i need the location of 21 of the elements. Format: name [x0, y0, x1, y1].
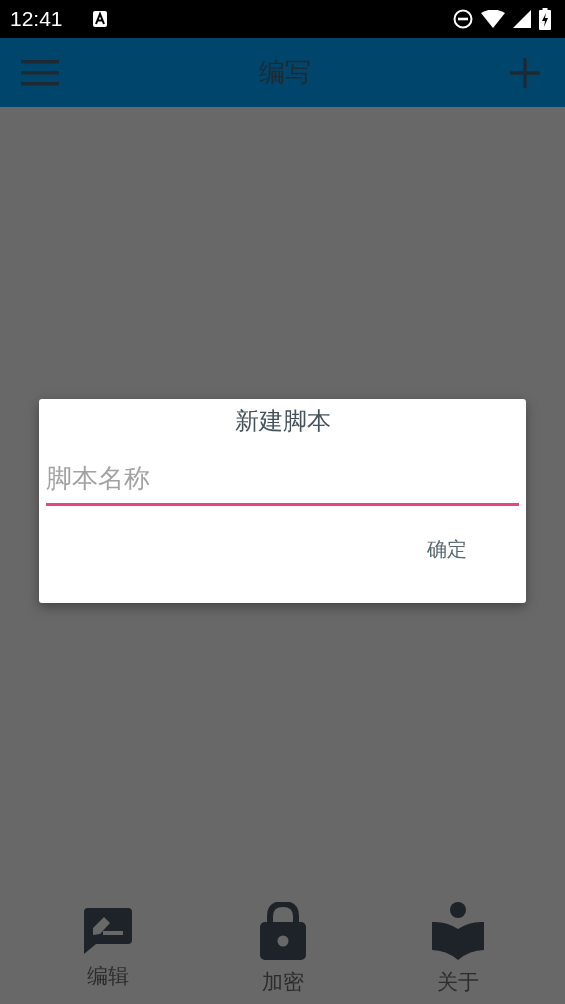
confirm-button[interactable]: 确定: [419, 531, 475, 567]
app-title: 编写: [258, 56, 311, 89]
nav-tab[interactable]: 加密: [232, 902, 333, 996]
nav-label: 编辑: [86, 963, 129, 990]
dialog-title: 新建脚本: [234, 405, 331, 437]
nav-label: 关于: [436, 969, 479, 996]
do-not-disturb-icon: [453, 9, 473, 29]
battery-icon: [539, 8, 551, 30]
wifi-icon: [481, 10, 505, 28]
nav-label: 加密: [261, 969, 304, 996]
signal-icon: [513, 10, 531, 28]
notification-icon: [92, 11, 107, 27]
nav-tab[interactable]: 关于: [407, 902, 508, 996]
menu-icon[interactable]: [21, 58, 59, 87]
nav-tab[interactable]: 编辑: [57, 908, 158, 990]
reader-book-icon: [431, 902, 484, 960]
add-icon[interactable]: [510, 57, 540, 88]
status-time: 12:41: [10, 7, 63, 31]
lock-icon: [259, 902, 306, 960]
input-field[interactable]: 脚本名称: [46, 462, 519, 506]
pencil-message-icon: [83, 908, 132, 954]
